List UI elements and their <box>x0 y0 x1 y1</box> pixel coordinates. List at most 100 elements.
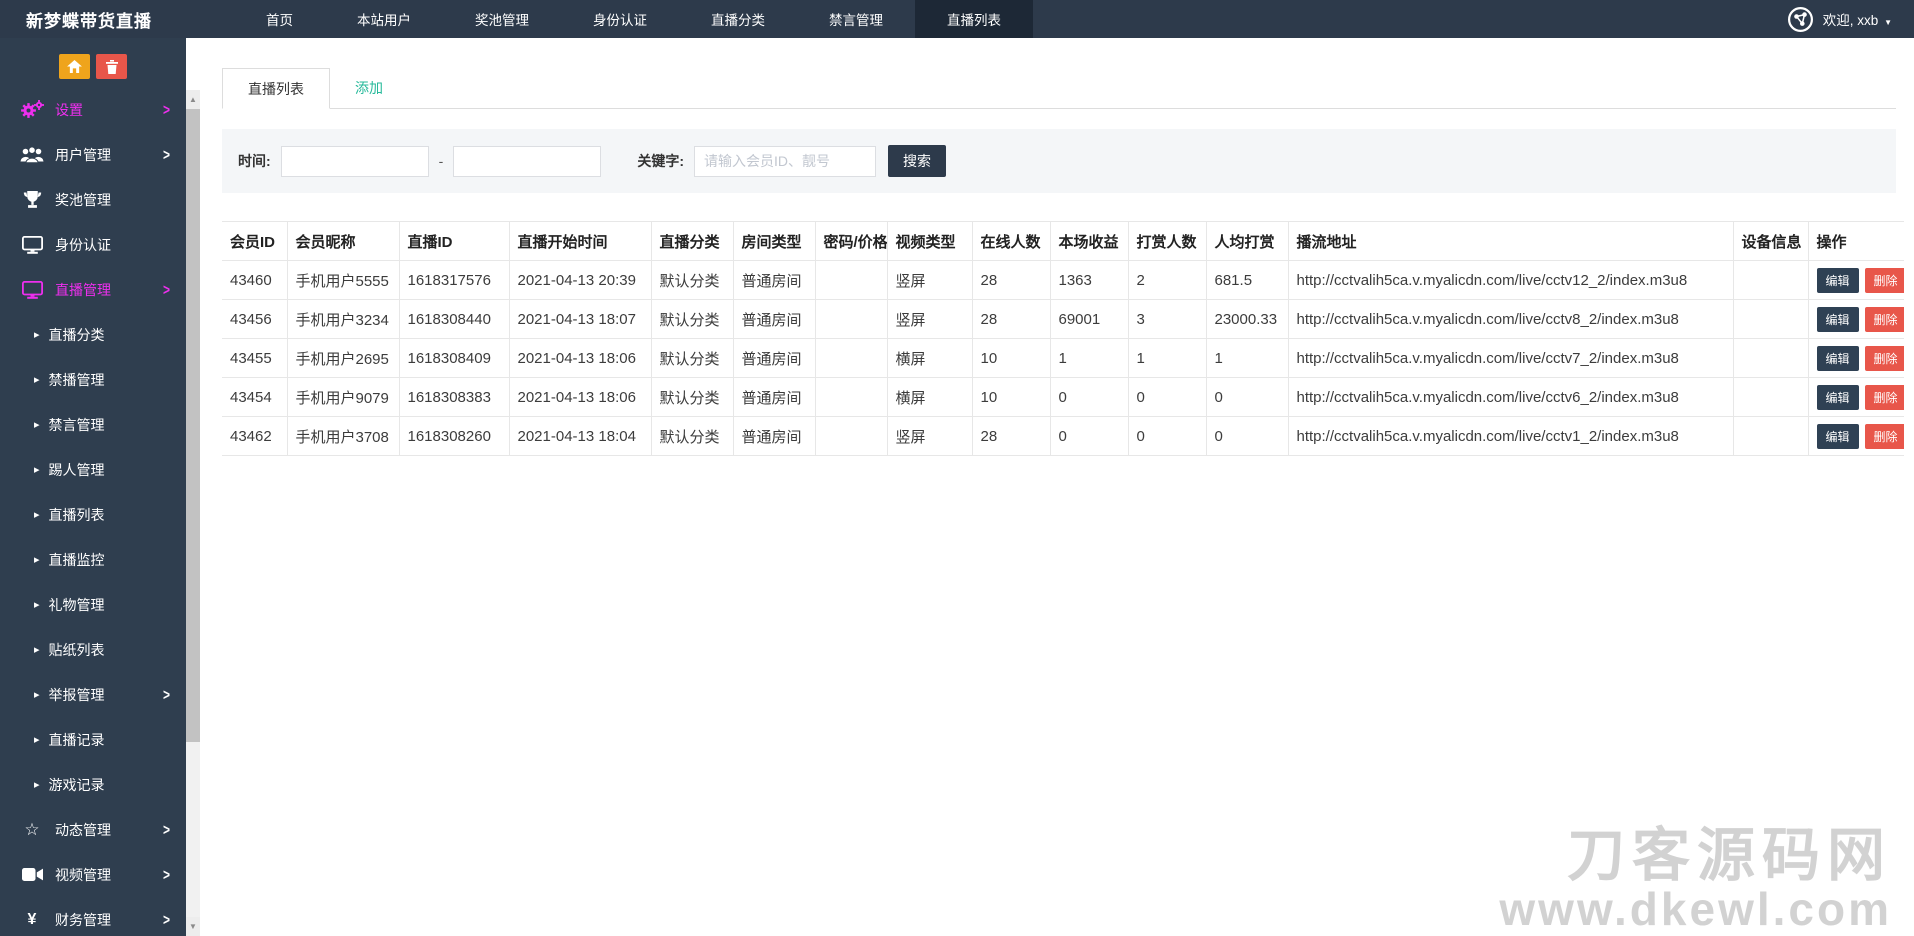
table-cell: 2021-04-13 18:04 <box>509 417 651 456</box>
sidebar-item-kick-management[interactable]: ▸踢人管理 <box>0 447 186 492</box>
sidebar-quick-buttons <box>0 38 186 87</box>
scroll-up-arrow-icon[interactable]: ▲ <box>186 90 200 109</box>
table-cell: 0 <box>1128 417 1206 456</box>
table-cell: 手机用户5555 <box>287 261 399 300</box>
sidebar-item-live-monitor[interactable]: ▸直播监控 <box>0 537 186 582</box>
table-cell: 69001 <box>1050 300 1128 339</box>
nav-item-site-users[interactable]: 本站用户 <box>325 0 443 38</box>
sidebar-item-label: 直播记录 <box>49 730 105 750</box>
sidebar-item-settings[interactable]: 设置> <box>0 87 186 132</box>
column-header: 密码/价格 <box>815 222 887 261</box>
table-cell: 43460 <box>222 261 287 300</box>
trash-icon <box>106 60 118 74</box>
column-header: 会员昵称 <box>287 222 399 261</box>
scroll-down-arrow-icon[interactable]: ▼ <box>186 917 200 936</box>
actions-cell: 编辑删除 <box>1808 261 1904 300</box>
users-icon <box>20 146 44 163</box>
time-to-input[interactable] <box>453 146 601 177</box>
scrollbar-track[interactable] <box>186 742 200 917</box>
table-cell: 23000.33 <box>1206 300 1288 339</box>
sidebar-item-moments-management[interactable]: ☆动态管理> <box>0 807 186 852</box>
table-cell: 2021-04-13 18:06 <box>509 378 651 417</box>
table-cell: 0 <box>1050 417 1128 456</box>
edit-button[interactable]: 编辑 <box>1817 346 1859 371</box>
sidebar-item-live-management[interactable]: 直播管理> <box>0 267 186 312</box>
time-from-input[interactable] <box>281 146 429 177</box>
sidebar-item-live-category[interactable]: ▸直播分类 <box>0 312 186 357</box>
table-cell: 3 <box>1128 300 1206 339</box>
tab-live-list[interactable]: 直播列表 <box>222 68 330 109</box>
table-cell: 1 <box>1128 339 1206 378</box>
table-cell: 1618308440 <box>399 300 509 339</box>
monitor-icon <box>20 236 44 254</box>
home-button[interactable] <box>59 54 90 79</box>
table-cell <box>815 339 887 378</box>
table-cell <box>1733 378 1808 417</box>
table-cell: 28 <box>972 300 1050 339</box>
nav-item-live-list[interactable]: 直播列表 <box>915 0 1033 38</box>
gears-icon <box>20 100 44 119</box>
top-nav: 首页本站用户奖池管理身份认证直播分类禁言管理直播列表 <box>234 0 1033 38</box>
sidebar-item-game-records[interactable]: ▸游戏记录 <box>0 762 186 807</box>
table-cell: 0 <box>1206 417 1288 456</box>
table-cell: 手机用户3234 <box>287 300 399 339</box>
sidebar-item-label: 直播管理 <box>55 280 111 300</box>
delete-button[interactable] <box>96 54 127 79</box>
sidebar-item-live-list[interactable]: ▸直播列表 <box>0 492 186 537</box>
column-header: 设备信息 <box>1733 222 1808 261</box>
sidebar-item-identity-auth[interactable]: 身份认证 <box>0 222 186 267</box>
keyword-input[interactable] <box>694 146 876 177</box>
yen-icon: ¥ <box>20 912 44 928</box>
network-globe-icon[interactable] <box>1787 6 1814 33</box>
sidebar-item-ban-broadcast[interactable]: ▸禁播管理 <box>0 357 186 402</box>
nav-item-home[interactable]: 首页 <box>234 0 325 38</box>
table-cell: 横屏 <box>887 378 972 417</box>
edit-button[interactable]: 编辑 <box>1817 268 1859 293</box>
video-icon <box>20 867 44 882</box>
triangle-right-icon: ▸ <box>34 508 40 521</box>
scrollbar-thumb[interactable] <box>186 109 200 742</box>
sidebar-item-label: 直播分类 <box>49 325 105 345</box>
sidebar-item-live-records[interactable]: ▸直播记录 <box>0 717 186 762</box>
table-cell: 0 <box>1050 378 1128 417</box>
top-navbar: 新梦蝶带货直播 首页本站用户奖池管理身份认证直播分类禁言管理直播列表 欢迎, x… <box>0 0 1914 38</box>
edit-button[interactable]: 编辑 <box>1817 307 1859 332</box>
table-cell <box>1733 300 1808 339</box>
table-cell: 1618308260 <box>399 417 509 456</box>
edit-button[interactable]: 编辑 <box>1817 424 1859 449</box>
sidebar-item-finance-management[interactable]: ¥财务管理> <box>0 897 186 936</box>
sidebar-item-prize-pool[interactable]: 奖池管理 <box>0 177 186 222</box>
table-row: 43462手机用户370816183082602021-04-13 18:04默… <box>222 417 1904 456</box>
sidebar-item-user-management[interactable]: 用户管理> <box>0 132 186 177</box>
nav-item-prize-pool[interactable]: 奖池管理 <box>443 0 561 38</box>
edit-button[interactable]: 编辑 <box>1817 385 1859 410</box>
table-cell: 2021-04-13 18:07 <box>509 300 651 339</box>
sidebar-scrollbar[interactable]: ▲ ▼ <box>186 38 200 936</box>
sidebar-item-video-management[interactable]: 视频管理> <box>0 852 186 897</box>
user-menu[interactable]: 欢迎, xxb ▼ <box>1823 9 1892 29</box>
sidebar-item-sticker-list[interactable]: ▸贴纸列表 <box>0 627 186 672</box>
column-header: 直播ID <box>399 222 509 261</box>
delete-button[interactable]: 删除 <box>1865 385 1904 410</box>
nav-item-mute-management[interactable]: 禁言管理 <box>797 0 915 38</box>
table-cell: 2021-04-13 20:39 <box>509 261 651 300</box>
column-header: 操作 <box>1808 222 1904 261</box>
delete-button[interactable]: 删除 <box>1865 346 1904 371</box>
table-cell: 默认分类 <box>651 378 733 417</box>
delete-button[interactable]: 删除 <box>1865 307 1904 332</box>
table-cell: 默认分类 <box>651 300 733 339</box>
delete-button[interactable]: 删除 <box>1865 268 1904 293</box>
chevron-right-icon: > <box>163 685 170 703</box>
table-row: 43454手机用户907916183083832021-04-13 18:06默… <box>222 378 1904 417</box>
table-cell: 28 <box>972 417 1050 456</box>
sidebar-item-gift-management[interactable]: ▸礼物管理 <box>0 582 186 627</box>
delete-button[interactable]: 删除 <box>1865 424 1904 449</box>
nav-item-identity-auth[interactable]: 身份认证 <box>561 0 679 38</box>
nav-item-live-category[interactable]: 直播分类 <box>679 0 797 38</box>
table-cell: http://cctvalih5ca.v.myalicdn.com/live/c… <box>1288 378 1733 417</box>
tab-add[interactable]: 添加 <box>330 68 408 108</box>
sidebar-item-mute-management[interactable]: ▸禁言管理 <box>0 402 186 447</box>
table-cell <box>1733 339 1808 378</box>
search-button[interactable]: 搜索 <box>888 145 946 177</box>
sidebar-item-report-management[interactable]: ▸举报管理> <box>0 672 186 717</box>
